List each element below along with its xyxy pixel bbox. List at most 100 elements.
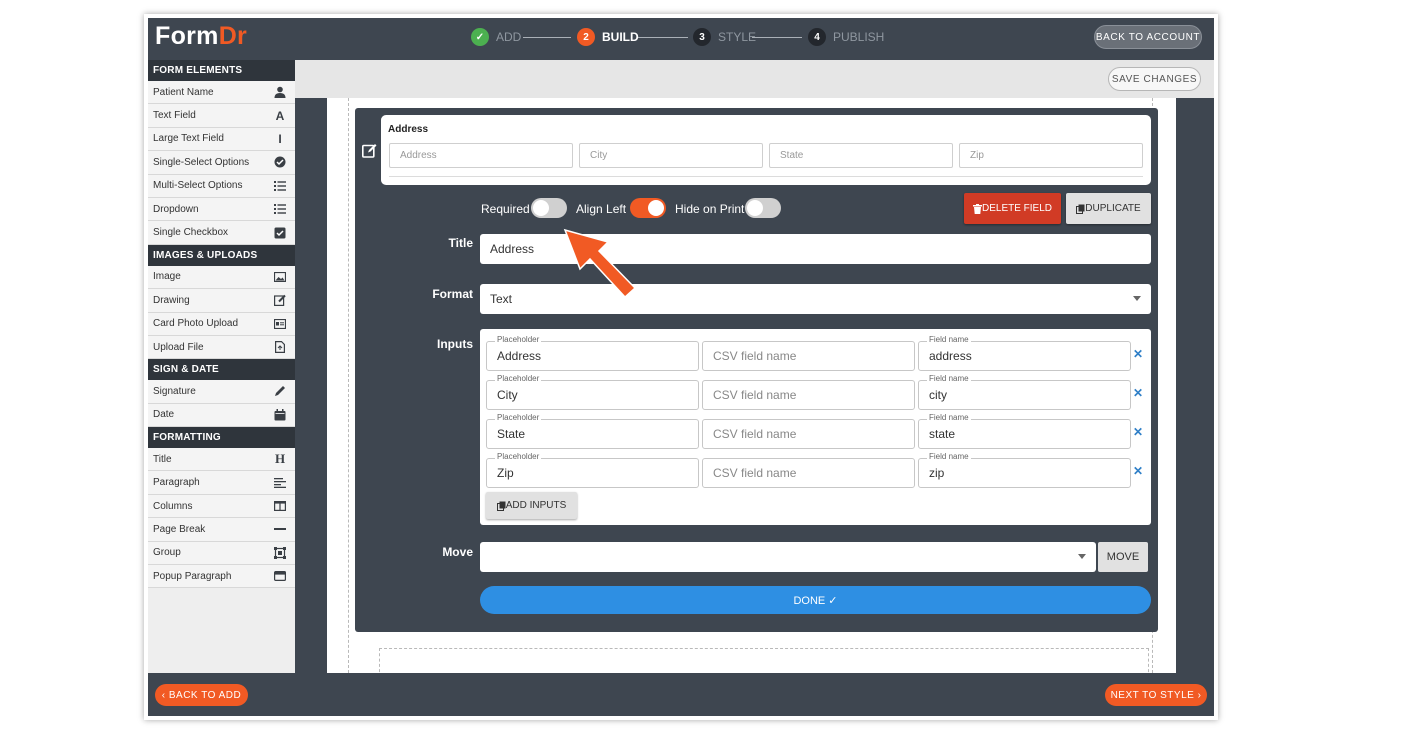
placeholder-input[interactable]: Placeholder Zip xyxy=(486,452,699,488)
add-inputs-button[interactable]: ADD INPUTS xyxy=(486,492,577,519)
sidebar-item-popup-paragraph[interactable]: Popup Paragraph xyxy=(148,565,295,589)
field-name-float-label: Field name xyxy=(927,335,971,344)
field-name-input[interactable]: Field name zip xyxy=(918,452,1131,488)
copy-icon xyxy=(496,501,506,511)
user-icon xyxy=(273,85,287,99)
csv-field-input[interactable]: CSV field name xyxy=(702,341,915,371)
placeholder-float-label: Placeholder xyxy=(495,452,542,461)
placeholder-value: Zip xyxy=(497,466,514,480)
remove-input-icon[interactable]: ✕ xyxy=(1133,347,1143,361)
hide-on-print-toggle[interactable] xyxy=(745,198,781,218)
sidebar-item-label: Single-Select Options xyxy=(153,156,250,168)
sidebar-item-title[interactable]: Title H xyxy=(148,448,295,472)
step-build[interactable]: 2 BUILD xyxy=(577,27,639,47)
field-preview[interactable]: Address Address City State Zip xyxy=(381,115,1151,185)
delete-field-label: DELETE FIELD xyxy=(981,203,1053,214)
sidebar-item-group[interactable]: Group xyxy=(148,541,295,566)
section-sign-date: SIGN & DATE xyxy=(148,359,295,381)
csv-field-input[interactable]: CSV field name xyxy=(702,458,915,488)
placeholder-value: Address xyxy=(497,349,542,363)
field-name-value: state xyxy=(929,427,956,441)
remove-input-icon[interactable]: ✕ xyxy=(1133,386,1143,400)
field-name-input[interactable]: Field name city xyxy=(918,374,1131,410)
pen-icon xyxy=(273,384,287,398)
sidebar-item-label: Paragraph xyxy=(153,477,200,489)
preview-title: Address xyxy=(388,124,429,135)
move-button[interactable]: MOVE xyxy=(1098,542,1148,572)
back-to-add-button[interactable]: ‹ BACK TO ADD xyxy=(155,684,248,706)
sidebar-item-label: Large Text Field xyxy=(153,133,224,145)
step-publish[interactable]: 4 PUBLISH xyxy=(808,27,884,47)
checkbox-icon xyxy=(273,226,287,240)
step-publish-label: PUBLISH xyxy=(833,30,885,44)
duplicate-button[interactable]: DUPLICATE xyxy=(1066,193,1151,224)
remove-input-icon[interactable]: ✕ xyxy=(1133,464,1143,478)
csv-field-input[interactable]: CSV field name xyxy=(702,380,915,410)
step-add[interactable]: ✓ ADD xyxy=(471,27,521,47)
logo[interactable]: FormDr xyxy=(155,22,247,51)
sidebar-item-paragraph[interactable]: Paragraph xyxy=(148,471,295,495)
form-elements-sidebar: FORM ELEMENTS Patient Name Text Field A L… xyxy=(148,60,295,673)
list-icon xyxy=(273,179,287,193)
edit-icon[interactable] xyxy=(362,143,377,161)
sidebar-item-single-checkbox[interactable]: Single Checkbox xyxy=(148,221,295,245)
annotation-arrow-icon xyxy=(563,228,638,303)
check-icon: ✓ xyxy=(471,28,489,46)
text-cursor-icon: I xyxy=(278,131,282,146)
done-button[interactable]: DONE ✓ xyxy=(480,586,1151,614)
format-label: Format xyxy=(432,287,473,301)
step-add-label: ADD xyxy=(496,30,522,44)
page-margin-guide xyxy=(348,98,349,673)
placeholder-input[interactable]: Placeholder Address xyxy=(486,335,699,371)
sidebar-item-single-select[interactable]: Single-Select Options xyxy=(148,151,295,175)
required-toggle[interactable] xyxy=(531,198,567,218)
sidebar-item-columns[interactable]: Columns xyxy=(148,494,295,519)
sidebar-item-label: Patient Name xyxy=(153,86,214,98)
sidebar-item-drawing[interactable]: Drawing xyxy=(148,289,295,313)
placeholder-input[interactable]: Placeholder City xyxy=(486,374,699,410)
step-connector xyxy=(752,37,802,38)
csv-field-input[interactable]: CSV field name xyxy=(702,419,915,449)
copy-icon xyxy=(1076,204,1085,214)
minus-icon xyxy=(273,522,287,536)
sidebar-item-large-text-field[interactable]: Large Text Field I xyxy=(148,127,295,152)
logo-accent: Dr xyxy=(218,22,248,50)
sidebar-item-card-photo-upload[interactable]: Card Photo Upload xyxy=(148,312,295,336)
sidebar-item-upload-file[interactable]: Upload File xyxy=(148,335,295,360)
move-label: Move xyxy=(442,545,473,559)
move-select[interactable] xyxy=(480,542,1096,572)
duplicate-label: DUPLICATE xyxy=(1085,203,1141,214)
sidebar-item-label: Single Checkbox xyxy=(153,227,229,239)
toggle-knob xyxy=(648,200,664,216)
step-style[interactable]: 3 STYLE xyxy=(693,27,756,47)
field-name-input[interactable]: Field name state xyxy=(918,413,1131,449)
sidebar-item-text-field[interactable]: Text Field A xyxy=(148,104,295,128)
placeholder-float-label: Placeholder xyxy=(495,374,542,383)
sidebar-item-signature[interactable]: Signature xyxy=(148,380,295,404)
delete-field-button[interactable]: DELETE FIELD xyxy=(964,193,1061,224)
sidebar-item-label: Group xyxy=(153,547,181,559)
placeholder-input[interactable]: Placeholder State xyxy=(486,413,699,449)
sidebar-item-patient-name[interactable]: Patient Name xyxy=(148,81,295,105)
save-changes-button[interactable]: SAVE CHANGES xyxy=(1108,67,1201,91)
sidebar-item-page-break[interactable]: Page Break xyxy=(148,518,295,542)
sidebar-item-date[interactable]: Date xyxy=(148,403,295,428)
sidebar-item-multi-select[interactable]: Multi-Select Options xyxy=(148,174,295,198)
check-circle-icon xyxy=(273,155,287,169)
back-to-account-button[interactable]: BACK TO ACCOUNT xyxy=(1094,25,1202,49)
window-icon xyxy=(273,569,287,583)
step-build-number: 2 xyxy=(577,28,595,46)
next-to-style-button[interactable]: NEXT TO STYLE › xyxy=(1105,684,1207,706)
sidebar-item-label: Multi-Select Options xyxy=(153,180,243,192)
preview-input-state: State xyxy=(769,143,953,168)
field-name-input[interactable]: Field name address xyxy=(918,335,1131,371)
align-left-toggle[interactable] xyxy=(630,198,666,218)
heading-icon: H xyxy=(274,451,286,467)
align-left-label: Align Left xyxy=(576,202,627,216)
sidebar-item-dropdown[interactable]: Dropdown xyxy=(148,197,295,222)
chevron-down-icon xyxy=(1078,554,1086,559)
step-connector xyxy=(638,37,688,38)
sidebar-item-image[interactable]: Image xyxy=(148,265,295,290)
calendar-icon xyxy=(273,408,287,422)
remove-input-icon[interactable]: ✕ xyxy=(1133,425,1143,439)
